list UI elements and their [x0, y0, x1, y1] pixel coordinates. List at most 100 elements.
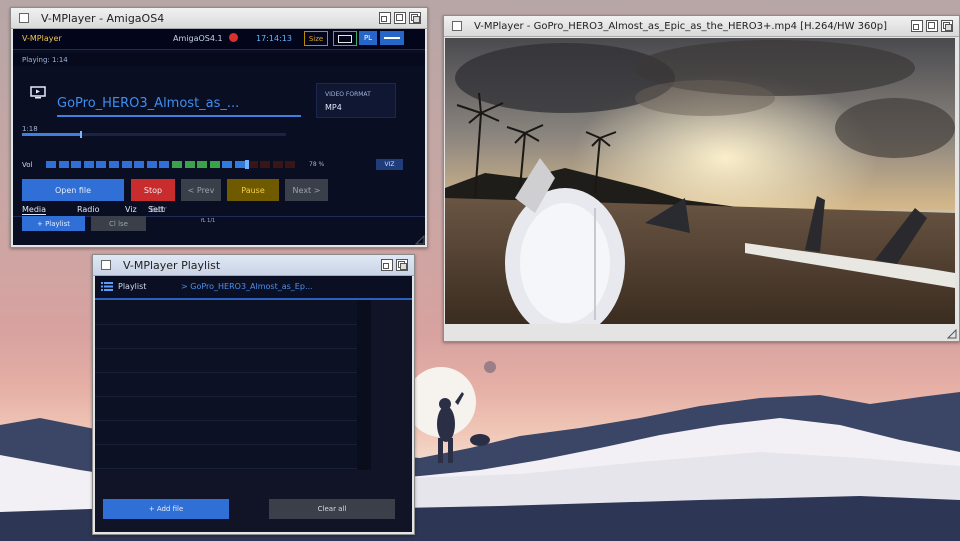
- volume-segment: [285, 161, 296, 168]
- player-window-title: V-MPlayer - AmigaOS4: [41, 11, 165, 25]
- video-format-box: VIDEO FORMAT MP4: [316, 83, 396, 118]
- position-time: 1:18: [22, 125, 38, 133]
- volume-segment: [71, 161, 82, 168]
- iconify-icon[interactable]: [911, 20, 923, 32]
- playlist-header: Playlist > GoPro_HERO3_Almost_as_Ep...: [95, 276, 412, 300]
- video-window-title: V-MPlayer - GoPro_HERO3_Almost_as_Epic_a…: [474, 20, 887, 32]
- status-strip: Playing: 1:14: [13, 53, 425, 66]
- volume-segment: [83, 161, 94, 168]
- next-button[interactable]: Next >: [285, 179, 328, 201]
- iconify-icon[interactable]: [379, 12, 391, 24]
- playlist-scrollbar[interactable]: [357, 300, 371, 470]
- subtitles-icon: [338, 34, 352, 43]
- close-icon[interactable]: [452, 21, 462, 31]
- playlist-panel: Playlist > GoPro_HERO3_Almost_as_Ep... +…: [95, 276, 412, 532]
- volume-segment: [260, 161, 271, 168]
- app-label: V-MPlayer: [22, 34, 62, 43]
- add-playlist-button[interactable]: + Playlist: [22, 216, 85, 231]
- resize-handle-icon[interactable]: [415, 235, 425, 245]
- tab-overlap-text: Eutr: [150, 205, 167, 214]
- volume-segment: [235, 161, 245, 168]
- list-item[interactable]: [95, 396, 357, 421]
- volume-segment: [209, 161, 220, 168]
- slider-icon: [384, 37, 400, 39]
- beach-sunset-video-image: [445, 38, 955, 324]
- seek-handle[interactable]: [80, 131, 83, 138]
- list-icon: [101, 282, 113, 291]
- volume-percent: 78 %: [309, 161, 325, 168]
- volume-label: Vol: [22, 161, 33, 169]
- zoom-icon[interactable]: [926, 20, 938, 32]
- list-item[interactable]: [95, 444, 357, 469]
- volume-slider[interactable]: [46, 160, 308, 169]
- list-item[interactable]: [95, 348, 357, 373]
- clock: 17:14:13: [256, 34, 292, 43]
- stop-button[interactable]: Stop: [131, 179, 175, 201]
- video-titlebar[interactable]: V-MPlayer - GoPro_HERO3_Almost_as_Epic_a…: [444, 16, 959, 37]
- playlist-window-title: V-MPlayer Playlist: [123, 258, 221, 272]
- volume-segment: [184, 161, 195, 168]
- player-panel: V-MPlayer AmigaOS4.1 17:14:13 Size PL Pl…: [13, 29, 425, 245]
- resize-handle-icon[interactable]: [947, 329, 957, 339]
- playlist-list[interactable]: [95, 300, 357, 470]
- volume-segment: [222, 161, 233, 168]
- playlist-current-item[interactable]: > GoPro_HERO3_Almost_as_Ep...: [181, 282, 313, 291]
- os-label: AmigaOS4.1: [173, 34, 223, 43]
- seek-progress: [22, 133, 81, 136]
- volume-segment: [46, 161, 56, 168]
- player-topbar: V-MPlayer AmigaOS4.1 17:14:13 Size PL: [13, 29, 425, 50]
- clear-list-button[interactable]: Cl lse: [91, 216, 146, 231]
- volume-segment: [197, 161, 208, 168]
- depth-icon[interactable]: [941, 20, 953, 32]
- playlist-label: Playlist: [118, 282, 147, 291]
- prev-button[interactable]: < Prev: [181, 179, 221, 201]
- depth-icon[interactable]: [409, 12, 421, 24]
- video-window[interactable]: V-MPlayer - GoPro_HERO3_Almost_as_Epic_a…: [443, 15, 960, 342]
- playlist-titlebar[interactable]: V-MPlayer Playlist: [93, 255, 414, 276]
- volume-segment: [172, 161, 182, 168]
- volume-segment: [247, 161, 258, 168]
- viz-button[interactable]: VIZ: [376, 159, 403, 170]
- zoom-icon[interactable]: [394, 12, 406, 24]
- video-format-label: VIDEO FORMAT: [325, 91, 371, 98]
- volume-segment: [109, 161, 119, 168]
- list-item[interactable]: [95, 300, 357, 325]
- volume-segment: [134, 161, 145, 168]
- tab-viz[interactable]: Viz: [125, 205, 137, 214]
- add-file-button[interactable]: + Add file: [103, 499, 229, 519]
- list-item[interactable]: [95, 324, 357, 349]
- close-icon[interactable]: [19, 13, 29, 23]
- footer-counter: fL 1/1: [201, 218, 216, 224]
- display-icon: [30, 86, 46, 99]
- list-item[interactable]: [95, 372, 357, 397]
- size-button[interactable]: Size: [304, 31, 328, 46]
- amiga-logo-icon: [229, 33, 238, 42]
- depth-icon[interactable]: [396, 259, 408, 271]
- list-item[interactable]: [95, 420, 357, 445]
- player-titlebar[interactable]: V-MPlayer - AmigaOS4: [11, 8, 427, 29]
- playlist-window[interactable]: V-MPlayer Playlist Playlist > GoPro_HERO…: [92, 254, 415, 535]
- volume-segment: [272, 161, 283, 168]
- volume-segment: [96, 161, 107, 168]
- equalizer-button[interactable]: [380, 31, 404, 45]
- iconify-icon[interactable]: [381, 259, 393, 271]
- volume-segment: [121, 161, 132, 168]
- open-file-button[interactable]: Open file: [22, 179, 124, 201]
- close-icon[interactable]: [101, 260, 111, 270]
- pl-button[interactable]: PL: [359, 31, 377, 45]
- tab-radio[interactable]: Radio: [77, 205, 99, 214]
- seek-track[interactable]: [22, 131, 286, 138]
- video-format-value: MP4: [325, 103, 342, 112]
- pause-button[interactable]: Pause: [227, 179, 279, 201]
- volume-handle[interactable]: [244, 160, 249, 169]
- subtitles-button[interactable]: [333, 31, 357, 46]
- volume-segment: [146, 161, 157, 168]
- volume-segment: [159, 161, 170, 168]
- title-underline: [57, 115, 301, 117]
- playing-status: Playing: 1:14: [22, 56, 68, 64]
- clear-all-button[interactable]: Clear all: [269, 499, 395, 519]
- video-frame[interactable]: [445, 38, 955, 324]
- tab-media[interactable]: Media: [22, 205, 47, 215]
- player-window[interactable]: V-MPlayer - AmigaOS4 V-MPlayer AmigaOS4.…: [10, 7, 428, 248]
- track-title: GoPro_HERO3_Almost_as_...: [57, 96, 240, 111]
